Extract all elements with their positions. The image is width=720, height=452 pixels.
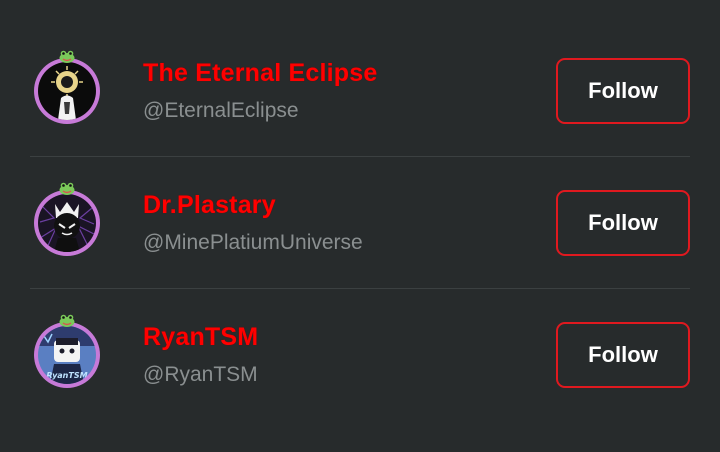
avatar-eclipse-image — [38, 62, 96, 120]
avatar[interactable] — [34, 50, 100, 124]
user-handle: @MinePlatiumUniverse — [143, 231, 363, 254]
user-name[interactable]: The Eternal Eclipse — [143, 59, 377, 88]
avatar[interactable]: RyanTSM — [34, 314, 100, 388]
follow-button[interactable]: Follow — [556, 58, 690, 124]
divider — [30, 156, 690, 157]
user-name[interactable]: RyanTSM — [143, 323, 258, 352]
list-item: The Eternal Eclipse @EternalEclipse Foll… — [0, 25, 720, 156]
frog-badge-icon — [59, 314, 75, 327]
user-handle: @RyanTSM — [143, 363, 258, 386]
user-name[interactable]: Dr.Plastary — [143, 191, 276, 220]
list-item: RyanTSM RyanTSM @RyanTSM Follow — [0, 289, 720, 420]
svg-text:RyanTSM: RyanTSM — [46, 371, 87, 380]
user-handle: @EternalEclipse — [143, 99, 299, 122]
avatar[interactable] — [34, 182, 100, 256]
avatar-ryantsm-image: RyanTSM — [38, 326, 96, 384]
frog-badge-icon — [59, 182, 75, 195]
follow-button[interactable]: Follow — [556, 190, 690, 256]
user-list: The Eternal Eclipse @EternalEclipse Foll… — [0, 0, 720, 452]
avatar-plastary-image — [38, 194, 96, 252]
follow-button[interactable]: Follow — [556, 322, 690, 388]
list-item: Dr.Plastary @MinePlatiumUniverse Follow — [0, 157, 720, 288]
frog-badge-icon — [59, 50, 75, 63]
divider — [30, 288, 690, 289]
